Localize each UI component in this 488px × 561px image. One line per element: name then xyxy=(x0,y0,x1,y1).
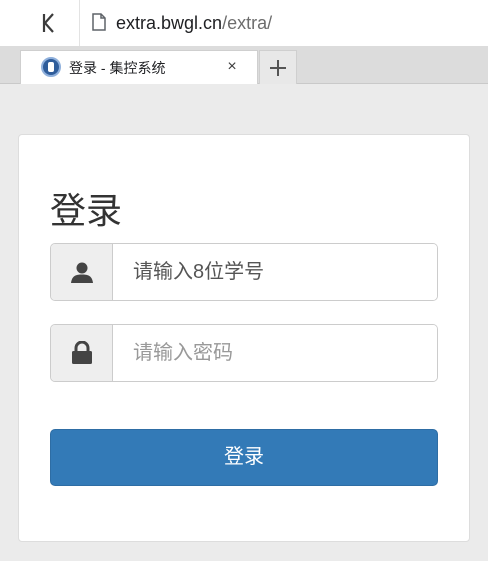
active-tab[interactable]: 登录 - 集控系统 × xyxy=(20,50,258,84)
username-addon xyxy=(51,244,113,300)
password-input[interactable] xyxy=(113,325,437,381)
login-card: 登录 登录 xyxy=(18,134,470,542)
user-icon xyxy=(70,262,93,283)
page-title: 登录 xyxy=(50,190,123,231)
password-addon xyxy=(51,325,113,381)
back-arrow-icon xyxy=(42,13,54,33)
username-input[interactable] xyxy=(113,244,437,300)
lock-icon xyxy=(71,341,92,364)
close-tab-button[interactable]: × xyxy=(221,56,243,78)
page-icon xyxy=(92,13,106,31)
back-button[interactable] xyxy=(36,10,62,36)
password-group xyxy=(50,324,438,382)
address-divider xyxy=(79,0,80,46)
plus-icon xyxy=(270,59,286,76)
url-path: /extra/ xyxy=(222,13,273,33)
tab-title: 登录 - 集控系统 xyxy=(69,60,166,76)
url-field[interactable]: extra.bwgl.cn/extra/ xyxy=(116,12,272,34)
new-tab-button[interactable] xyxy=(259,50,297,84)
login-button[interactable]: 登录 xyxy=(50,429,438,486)
username-group xyxy=(50,243,438,301)
tab-strip: 登录 - 集控系统 × xyxy=(0,46,488,84)
address-bar: extra.bwgl.cn/extra/ xyxy=(0,0,488,46)
site-favicon-icon xyxy=(41,57,61,77)
url-host: extra.bwgl.cn xyxy=(116,13,223,33)
